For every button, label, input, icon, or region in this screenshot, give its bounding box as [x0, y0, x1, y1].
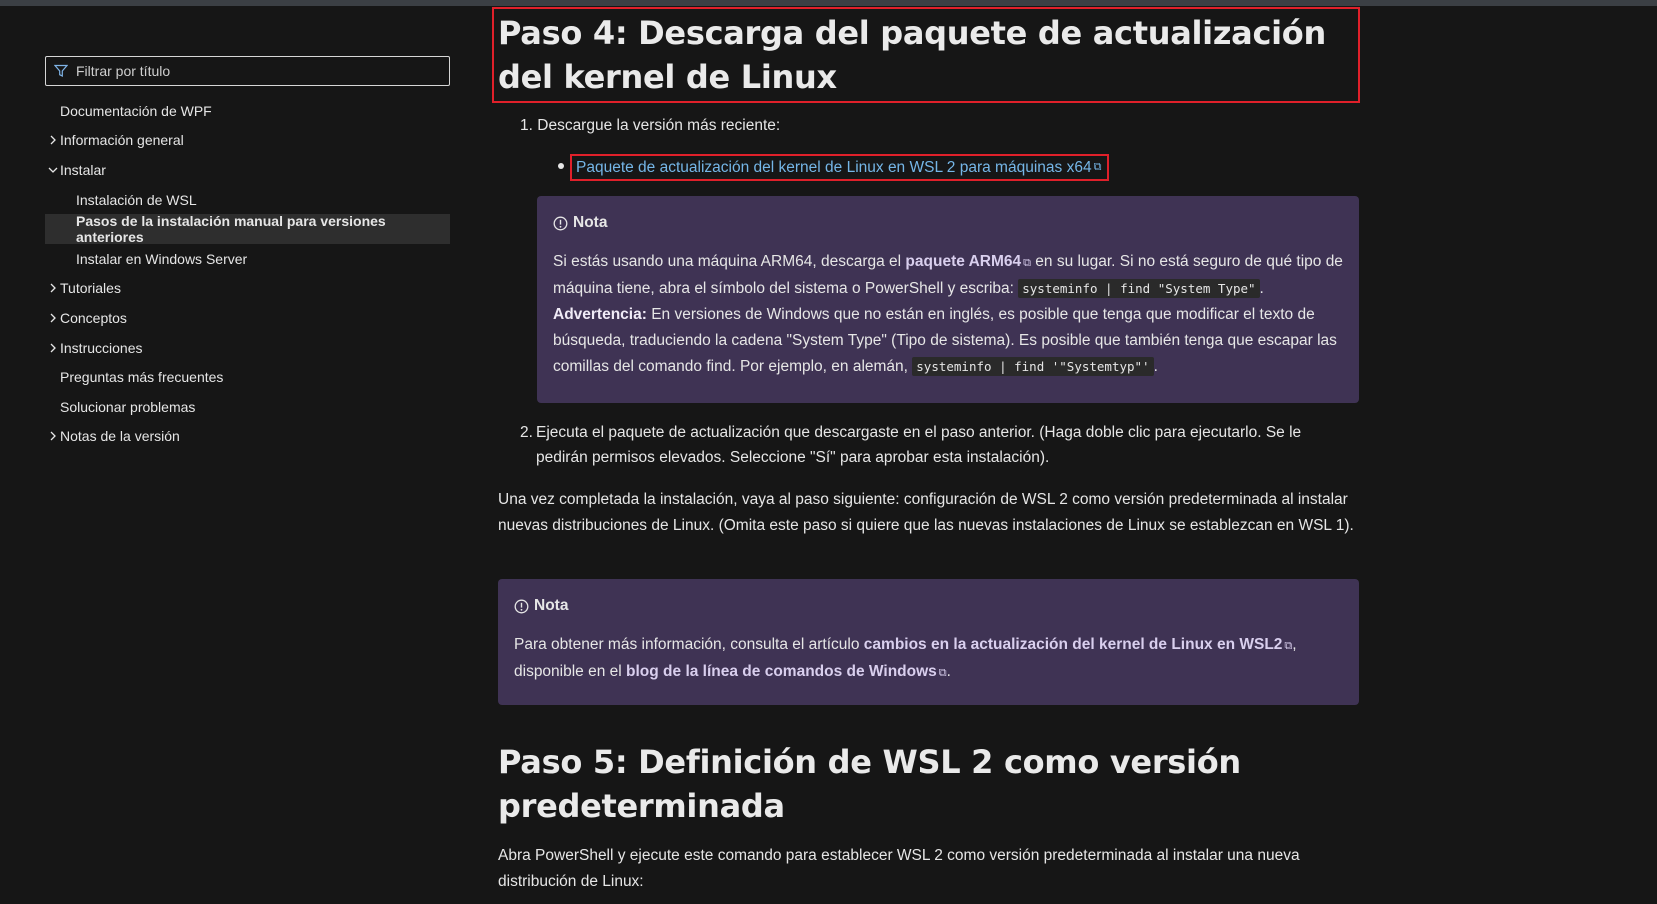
external-link-icon: ⧉: [1023, 257, 1031, 269]
note-text: .: [946, 663, 951, 680]
chevron-right-icon[interactable]: [47, 303, 59, 333]
toc-item-label: Tutoriales: [60, 280, 121, 297]
chevron-right-icon[interactable]: [47, 333, 59, 363]
step2-number: 2.: [520, 424, 533, 441]
toc-item-troubleshoot[interactable]: Solucionar problemas: [45, 392, 450, 422]
step1-item: 1. Descargue la versión más reciente:: [520, 113, 1320, 138]
note-heading-text: Nota: [534, 597, 569, 614]
filter-by-title-input[interactable]: [76, 63, 436, 79]
note-text: .: [1259, 280, 1264, 297]
info-icon: [514, 599, 529, 613]
filter-by-title-input-wrapper[interactable]: [45, 56, 450, 86]
toc-item-instructions[interactable]: Instrucciones: [45, 333, 450, 363]
warning-label: Advertencia:: [553, 306, 647, 323]
toc-item-label: Instalar en Windows Server: [76, 250, 248, 267]
toc-item-label: Información general: [60, 132, 184, 149]
note-heading: Nota: [514, 593, 1343, 619]
note-text: .: [1153, 358, 1158, 375]
toc-item-tutorials[interactable]: Tutoriales: [45, 274, 450, 304]
chevron-right-icon[interactable]: [47, 126, 59, 156]
toc-item-install-windows-server[interactable]: Instalar en Windows Server: [45, 244, 450, 274]
note-text: Si estás usando una máquina ARM64, desca…: [553, 253, 906, 270]
kernel-changes-article-link[interactable]: cambios en la actualización del kernel d…: [864, 636, 1283, 653]
step4-heading: Paso 4: Descarga del paquete de actualiz…: [498, 14, 1326, 96]
toc-item-label: Notas de la versión: [60, 428, 180, 445]
info-icon: [553, 216, 568, 230]
toc-item-install[interactable]: Instalar: [45, 155, 450, 185]
step5-paragraph: Abra PowerShell y ejecute este comando p…: [498, 847, 1300, 890]
windows-command-line-blog-link[interactable]: blog de la línea de comandos de Windows: [626, 663, 937, 680]
note-more-info: Nota Para obtener más información, consu…: [498, 579, 1359, 705]
chevron-right-icon[interactable]: [47, 422, 59, 452]
note-arm64: Nota Si estás usando una máquina ARM64, …: [537, 196, 1359, 403]
step2-item: 2. Ejecuta el paquete de actualización q…: [520, 420, 1320, 470]
toc-item-wpf-docs[interactable]: Documentación de WPF: [45, 96, 450, 126]
note-heading: Nota: [553, 210, 1343, 236]
arm64-package-link[interactable]: paquete ARM64: [905, 253, 1021, 270]
note-heading-text: Nota: [573, 214, 608, 231]
toc-item-install-wsl[interactable]: Instalación de WSL: [45, 185, 450, 215]
external-link-icon: ⧉: [1093, 161, 1102, 173]
step1-number: 1.: [520, 117, 533, 134]
toc-item-label: Instalar: [60, 161, 106, 178]
after-install-paragraph: Una vez completada la instalación, vaya …: [498, 491, 1354, 534]
filter-icon: [54, 64, 68, 77]
chevron-right-icon[interactable]: [47, 274, 59, 304]
external-link-icon: ⧉: [938, 667, 947, 679]
toc-item-label: Solucionar problemas: [60, 398, 196, 415]
bullet-dot: [558, 163, 564, 169]
toc-item-label: Instalación de WSL: [76, 191, 197, 208]
toc-item-label: Conceptos: [60, 309, 127, 326]
note-body: Para obtener más información, consulta e…: [514, 632, 1343, 686]
toc-item-manual-install-steps[interactable]: Pasos de la instalación manual para vers…: [45, 213, 450, 246]
toc-item-label: Instrucciones: [60, 339, 143, 356]
toc-item-faq[interactable]: Preguntas más frecuentes: [45, 362, 450, 392]
toc-item-label: Pasos de la instalación manual para vers…: [76, 213, 386, 246]
toc-item-label: Documentación de WPF: [60, 102, 212, 119]
kernel-update-download-link[interactable]: Paquete de actualización del kernel de L…: [576, 159, 1092, 177]
step5-heading: Paso 5: Definición de WSL 2 como versión…: [498, 743, 1241, 825]
browser-top-bar: [0, 0, 1657, 6]
toc-item-release-notes[interactable]: Notas de la versión: [45, 422, 450, 452]
step2-text: Ejecuta el paquete de actualización que …: [536, 424, 1302, 466]
note-body: Si estás usando una máquina ARM64, desca…: [553, 249, 1343, 380]
download-link-highlight: Paquete de actualización del kernel de L…: [570, 154, 1110, 181]
table-of-contents: Documentación de WPF Información general…: [45, 96, 450, 451]
toc-item-general-info[interactable]: Información general: [45, 126, 450, 156]
step1-text: Descargue la versión más reciente:: [537, 117, 781, 134]
note-text: Para obtener más información, consulta e…: [514, 636, 864, 653]
code-systemtyp: systeminfo | find '"Systemtyp"': [912, 357, 1154, 376]
toc-item-concepts[interactable]: Conceptos: [45, 303, 450, 333]
chevron-down-icon[interactable]: [47, 155, 59, 185]
toc-item-label: Preguntas más frecuentes: [60, 369, 224, 386]
code-systeminfo: systeminfo | find "System Type": [1018, 279, 1260, 298]
